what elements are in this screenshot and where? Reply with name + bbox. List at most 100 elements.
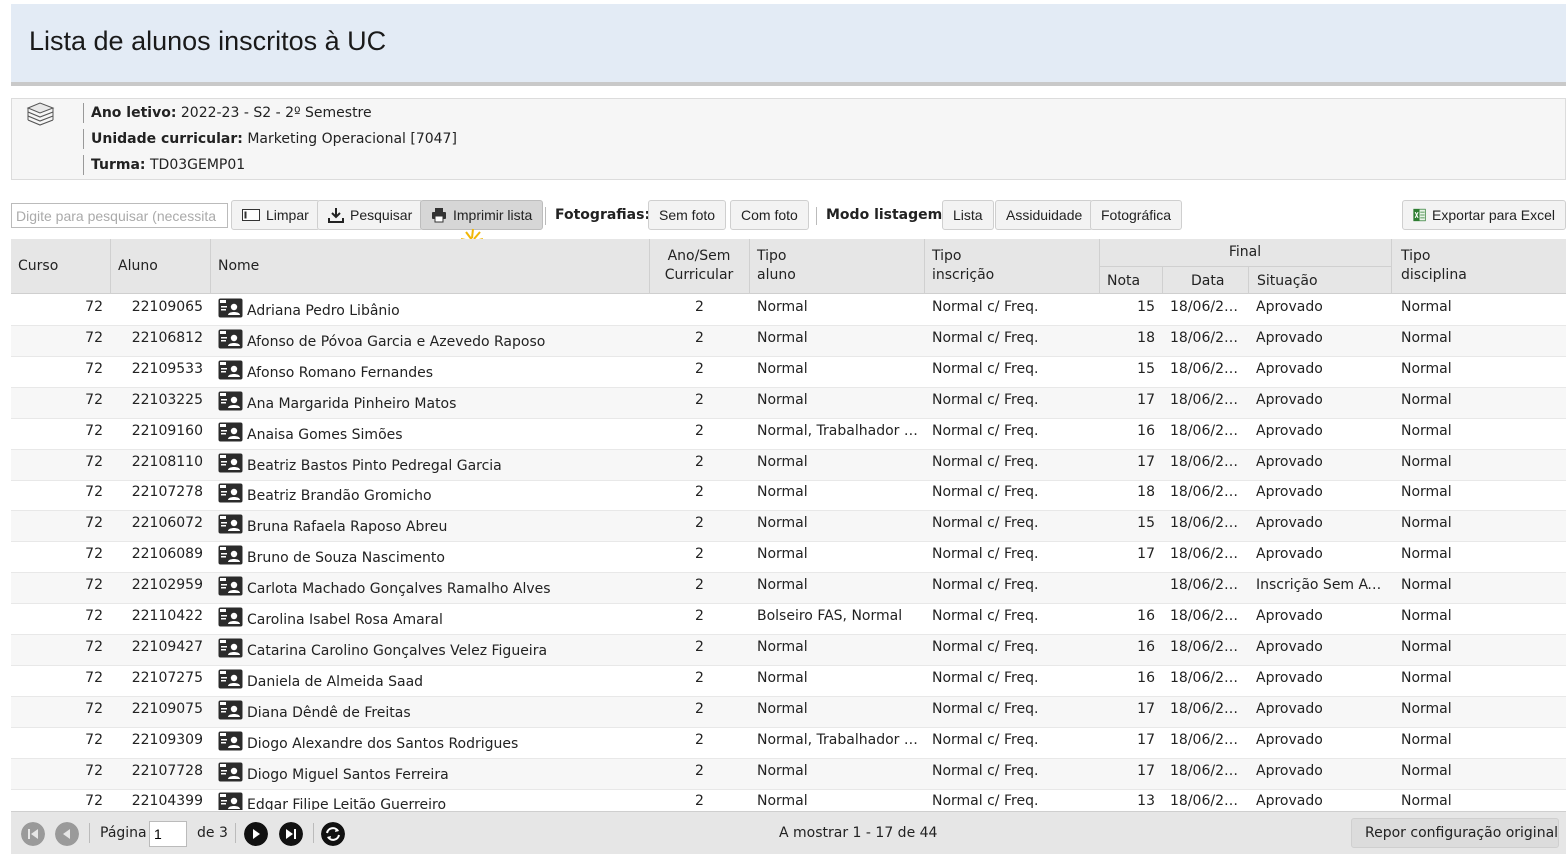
table-row[interactable]: 72 22107728 Diogo Miguel Santos Ferreira 2 N… bbox=[11, 759, 1566, 790]
table-row[interactable]: 72 22108110 Beatriz Bastos Pinto Pedregal … bbox=[11, 450, 1566, 481]
cell-tipo-disciplina: Normal bbox=[1401, 392, 1452, 408]
id-card-icon[interactable] bbox=[218, 576, 243, 596]
cell-data: 18/06/20... bbox=[1170, 484, 1243, 500]
last-page-icon[interactable] bbox=[279, 822, 303, 846]
cell-tipo-inscricao: Normal c/ Freq. bbox=[932, 608, 1039, 624]
assiduidade-button[interactable]: Assiduidade bbox=[995, 200, 1094, 230]
id-card-icon[interactable] bbox=[218, 669, 243, 689]
cell-nota: 17 bbox=[1137, 392, 1155, 408]
id-card-icon[interactable] bbox=[218, 483, 243, 503]
next-page-icon[interactable] bbox=[244, 822, 268, 846]
table-row[interactable]: 72 22104399 Edgar Filipe Leitão Guerreiro 2… bbox=[11, 789, 1566, 810]
col-tipo-disciplina[interactable]: Tipo disciplina bbox=[1401, 247, 1467, 285]
table-row[interactable]: 72 22106072 Bruna Rafaela Raposo Abreu 2 Nor… bbox=[11, 511, 1566, 542]
table-row[interactable]: 72 22107278 Beatriz Brandão Gromicho 2 Norma… bbox=[11, 480, 1566, 511]
table-header: Curso Aluno Nome Ano/Sem Curricular Tipo… bbox=[11, 239, 1566, 294]
lista-button[interactable]: Lista bbox=[942, 200, 994, 230]
cell-tipo-inscricao: Normal c/ Freq. bbox=[932, 515, 1039, 531]
col-data[interactable]: Data bbox=[1191, 272, 1224, 291]
cell-nota: 16 bbox=[1137, 670, 1155, 686]
cell-ano-sem: 2 bbox=[695, 330, 704, 346]
cell-tipo-disciplina: Normal bbox=[1401, 423, 1452, 439]
cell-nota: 17 bbox=[1137, 546, 1155, 562]
table-row[interactable]: 72 22109427 Catarina Carolino Gonçalves Ve… bbox=[11, 635, 1566, 666]
repor-configuracao-button[interactable]: Repor configuração original bbox=[1351, 818, 1559, 848]
id-card-icon[interactable] bbox=[218, 700, 243, 720]
col-nome[interactable]: Nome bbox=[218, 257, 259, 276]
cell-tipo-aluno: Normal bbox=[757, 577, 808, 593]
limpar-button[interactable]: Limpar bbox=[231, 200, 320, 230]
col-tipo-aluno[interactable]: Tipo aluno bbox=[757, 247, 796, 285]
first-page-icon[interactable] bbox=[21, 822, 45, 846]
fotografica-button[interactable]: Fotográfica bbox=[1090, 200, 1183, 230]
id-card-icon[interactable] bbox=[218, 514, 243, 534]
cell-tipo-aluno: Normal bbox=[757, 639, 808, 655]
table-row[interactable]: 72 22109533 Afonso Romano Fernandes 2 Normal… bbox=[11, 357, 1566, 388]
id-card-icon[interactable] bbox=[218, 391, 243, 411]
table-row[interactable]: 72 22109065 Adriana Pedro Libânio 2 Normal No… bbox=[11, 295, 1566, 326]
id-card-icon[interactable] bbox=[218, 453, 243, 473]
id-card-icon[interactable] bbox=[218, 360, 243, 380]
cell-tipo-aluno: Bolseiro FAS, Normal bbox=[757, 608, 903, 624]
cell-tipo-disciplina: Normal bbox=[1401, 361, 1452, 377]
pesquisar-button[interactable]: Pesquisar bbox=[317, 200, 424, 230]
cell-aluno: 22109533 bbox=[131, 361, 203, 377]
cell-data: 18/06/20... bbox=[1170, 701, 1243, 717]
col-nota[interactable]: Nota bbox=[1107, 272, 1140, 291]
cell-situacao: Aprovado bbox=[1256, 299, 1323, 315]
table-row[interactable]: 72 22102959 Carlota Machado Gonçalves Rama… bbox=[11, 573, 1566, 604]
table-row[interactable]: 72 22106089 Bruno de Souza Nascimento 2 Norm… bbox=[11, 542, 1566, 573]
cell-tipo-aluno: Normal bbox=[757, 793, 808, 809]
table-row[interactable]: 72 22107275 Daniela de Almeida Saad 2 Normal… bbox=[11, 666, 1566, 697]
page-number-input[interactable] bbox=[149, 821, 187, 847]
cell-nota: 18 bbox=[1137, 484, 1155, 500]
id-card-icon[interactable] bbox=[218, 545, 243, 565]
com-foto-button[interactable]: Com foto bbox=[730, 200, 809, 230]
cell-tipo-disciplina: Normal bbox=[1401, 299, 1452, 315]
refresh-icon[interactable] bbox=[321, 822, 345, 846]
col-aluno[interactable]: Aluno bbox=[118, 257, 158, 276]
col-divider bbox=[924, 239, 925, 294]
cell-curso: 72 bbox=[85, 732, 103, 748]
cell-ano-sem: 2 bbox=[695, 577, 704, 593]
table-row[interactable]: 72 22103225 Ana Margarida Pinheiro Matos 2 N… bbox=[11, 388, 1566, 419]
cell-tipo-inscricao: Normal c/ Freq. bbox=[932, 639, 1039, 655]
cell-aluno: 22106812 bbox=[131, 330, 203, 346]
search-input[interactable] bbox=[11, 203, 228, 228]
table-row[interactable]: 72 22109075 Diana Dêndê de Freitas 2 Normal N… bbox=[11, 697, 1566, 728]
id-card-icon[interactable] bbox=[218, 762, 243, 782]
col-ano-sem[interactable]: Ano/Sem Curricular bbox=[649, 247, 749, 285]
id-card-icon[interactable] bbox=[218, 607, 243, 627]
col-curso[interactable]: Curso bbox=[18, 257, 58, 276]
table-row[interactable]: 72 22109160 Anaisa Gomes Simões 2 Normal, Tr… bbox=[11, 419, 1566, 450]
cell-aluno: 22109309 bbox=[131, 732, 203, 748]
id-card-icon[interactable] bbox=[218, 329, 243, 349]
id-card-icon[interactable] bbox=[218, 638, 243, 658]
cell-nota: 13 bbox=[1137, 793, 1155, 809]
col-situacao[interactable]: Situação bbox=[1257, 272, 1318, 291]
id-card-icon[interactable] bbox=[218, 731, 243, 751]
cell-ano-sem: 2 bbox=[695, 608, 704, 624]
cell-situacao: Aprovado bbox=[1256, 732, 1323, 748]
cell-curso: 72 bbox=[85, 423, 103, 439]
id-card-icon[interactable] bbox=[218, 298, 243, 318]
table-row[interactable]: 72 22109309 Diogo Alexandre dos Santos Rod… bbox=[11, 728, 1566, 759]
table-row[interactable]: 72 22106812 Afonso de Póvoa Garcia e Azeve… bbox=[11, 326, 1566, 357]
toolbar-separator bbox=[816, 207, 817, 225]
cell-nome: Adriana Pedro Libânio bbox=[247, 303, 400, 319]
cell-situacao: Aprovado bbox=[1256, 454, 1323, 470]
cell-situacao: Aprovado bbox=[1256, 330, 1323, 346]
printer-icon bbox=[432, 208, 446, 223]
table-row[interactable]: 72 22110422 Carolina Isabel Rosa Amaral 2 Bo… bbox=[11, 604, 1566, 635]
cell-ano-sem: 2 bbox=[695, 639, 704, 655]
col-tipo-inscricao[interactable]: Tipo inscrição bbox=[932, 247, 994, 285]
id-card-icon[interactable] bbox=[218, 422, 243, 442]
cell-tipo-aluno: Normal bbox=[757, 454, 808, 470]
prev-page-icon[interactable] bbox=[55, 822, 79, 846]
cell-nome: Daniela de Almeida Saad bbox=[247, 674, 424, 690]
cell-ano-sem: 2 bbox=[695, 793, 704, 809]
sem-foto-button[interactable]: Sem foto bbox=[648, 200, 727, 230]
cell-tipo-disciplina: Normal bbox=[1401, 732, 1452, 748]
exportar-excel-button[interactable]: Exportar para Excel bbox=[1402, 200, 1566, 230]
id-card-icon[interactable] bbox=[218, 792, 243, 810]
